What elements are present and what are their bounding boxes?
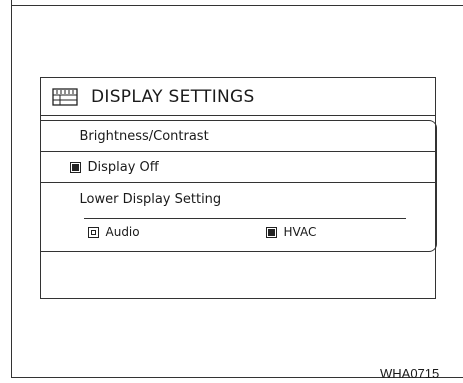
menu-item-lower-display-setting: Lower Display Setting Audio HVAC [40, 183, 436, 253]
option-audio[interactable]: Audio [87, 225, 140, 239]
menu-item-display-off[interactable]: Display Off [39, 152, 436, 183]
display-off-checkbox[interactable] [69, 161, 81, 173]
option-hvac[interactable]: HVAC [265, 225, 317, 239]
page-title: DISPLAY SETTINGS [91, 86, 255, 107]
menu-item-label: Lower Display Setting [79, 192, 222, 207]
checkbox-fill [267, 228, 275, 236]
checkbox-fill [71, 163, 79, 171]
title-bar: DISPLAY SETTINGS [41, 78, 435, 116]
display-settings-icon [51, 87, 79, 107]
settings-menu: Brightness/Contrast Display Off Lower Di… [39, 120, 437, 253]
figure-code: WHA0715 [380, 366, 440, 381]
menu-item-label: Display Off [87, 159, 159, 175]
menu-item-label: Brightness/Contrast [79, 129, 209, 144]
option-label: Audio [105, 225, 140, 239]
checkbox-fill [90, 229, 96, 235]
divider [83, 218, 406, 219]
display-screen: DISPLAY SETTINGS Brightness/Contrast Dis… [39, 77, 437, 299]
option-label: HVAC [283, 225, 317, 239]
hvac-checkbox[interactable] [265, 226, 277, 238]
menu-item-brightness-contrast[interactable]: Brightness/Contrast [39, 121, 436, 152]
audio-checkbox[interactable] [87, 226, 99, 238]
